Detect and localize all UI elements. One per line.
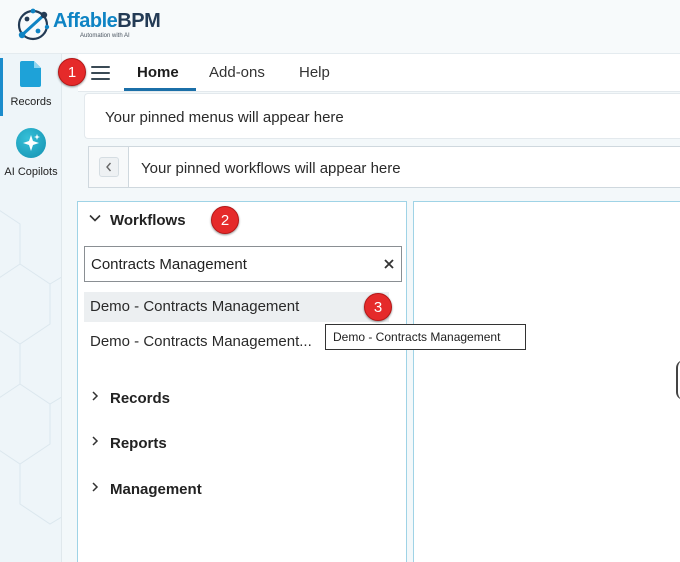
workflows-panel: Workflows Demo - Contracts Management De… <box>77 201 407 562</box>
workflow-tooltip: Demo - Contracts Management <box>325 324 526 350</box>
section-reports[interactable]: Reports <box>88 434 167 452</box>
section-label: Workflows <box>110 212 186 229</box>
brand-tagline: Automation with AI <box>80 33 130 39</box>
chevron-right-icon <box>88 480 104 498</box>
close-icon[interactable] <box>381 255 397 273</box>
tab-add-ons[interactable]: Add-ons <box>209 64 265 81</box>
sparkle-icon <box>16 128 46 158</box>
panel-resize-handle[interactable] <box>676 360 680 400</box>
annotation-marker-2: 2 <box>211 206 239 234</box>
section-management[interactable]: Management <box>88 480 202 498</box>
pinned-menus-bar: Your pinned menus will appear here <box>84 93 680 139</box>
rail-item-label: AI Copilots <box>4 166 58 178</box>
section-label: Records <box>110 390 171 407</box>
workflow-search-input[interactable] <box>85 247 375 281</box>
annotation-marker-1: 1 <box>58 58 86 86</box>
brand-logo[interactable]: AffableBPM Automation with AI <box>16 7 166 47</box>
section-workflows[interactable]: Workflows <box>88 211 186 229</box>
workflow-result-item[interactable]: Demo - Contracts Management <box>84 292 389 322</box>
logo-mark-icon <box>17 8 50 41</box>
top-header: AffableBPM Automation with AI <box>0 0 680 54</box>
active-tab-underline <box>124 88 196 91</box>
pinned-workflows-back-button[interactable] <box>89 147 129 187</box>
workflow-search-box <box>84 246 402 282</box>
pinned-workflows-placeholder: Your pinned workflows will appear here <box>141 160 401 177</box>
hamburger-menu-icon[interactable] <box>91 66 110 80</box>
rail-item-label: Records <box>10 96 52 108</box>
section-label: Management <box>110 481 202 498</box>
brand-name: AffableBPM <box>53 10 161 32</box>
left-rail: Records AI Copilots <box>0 54 62 562</box>
pinned-menus-placeholder: Your pinned menus will appear here <box>105 109 344 126</box>
chevron-down-icon <box>88 211 104 229</box>
rail-item-ai-copilots[interactable]: AI Copilots <box>0 128 61 186</box>
workspace-panel <box>413 201 680 562</box>
chevron-right-icon <box>88 389 104 407</box>
chevron-right-icon <box>88 434 104 452</box>
back-button-frame <box>99 157 119 177</box>
pinned-workflows-bar: Your pinned workflows will appear here <box>88 146 680 188</box>
section-label: Reports <box>110 435 167 452</box>
tab-help[interactable]: Help <box>299 64 330 81</box>
chevron-left-icon <box>106 162 112 172</box>
rail-item-records[interactable]: Records <box>0 58 61 116</box>
annotation-marker-3: 3 <box>364 293 392 321</box>
section-records[interactable]: Records <box>88 389 170 407</box>
main-nav: Home Add-ons Help <box>78 54 680 92</box>
document-icon <box>20 61 41 87</box>
tab-home[interactable]: Home <box>137 64 179 81</box>
